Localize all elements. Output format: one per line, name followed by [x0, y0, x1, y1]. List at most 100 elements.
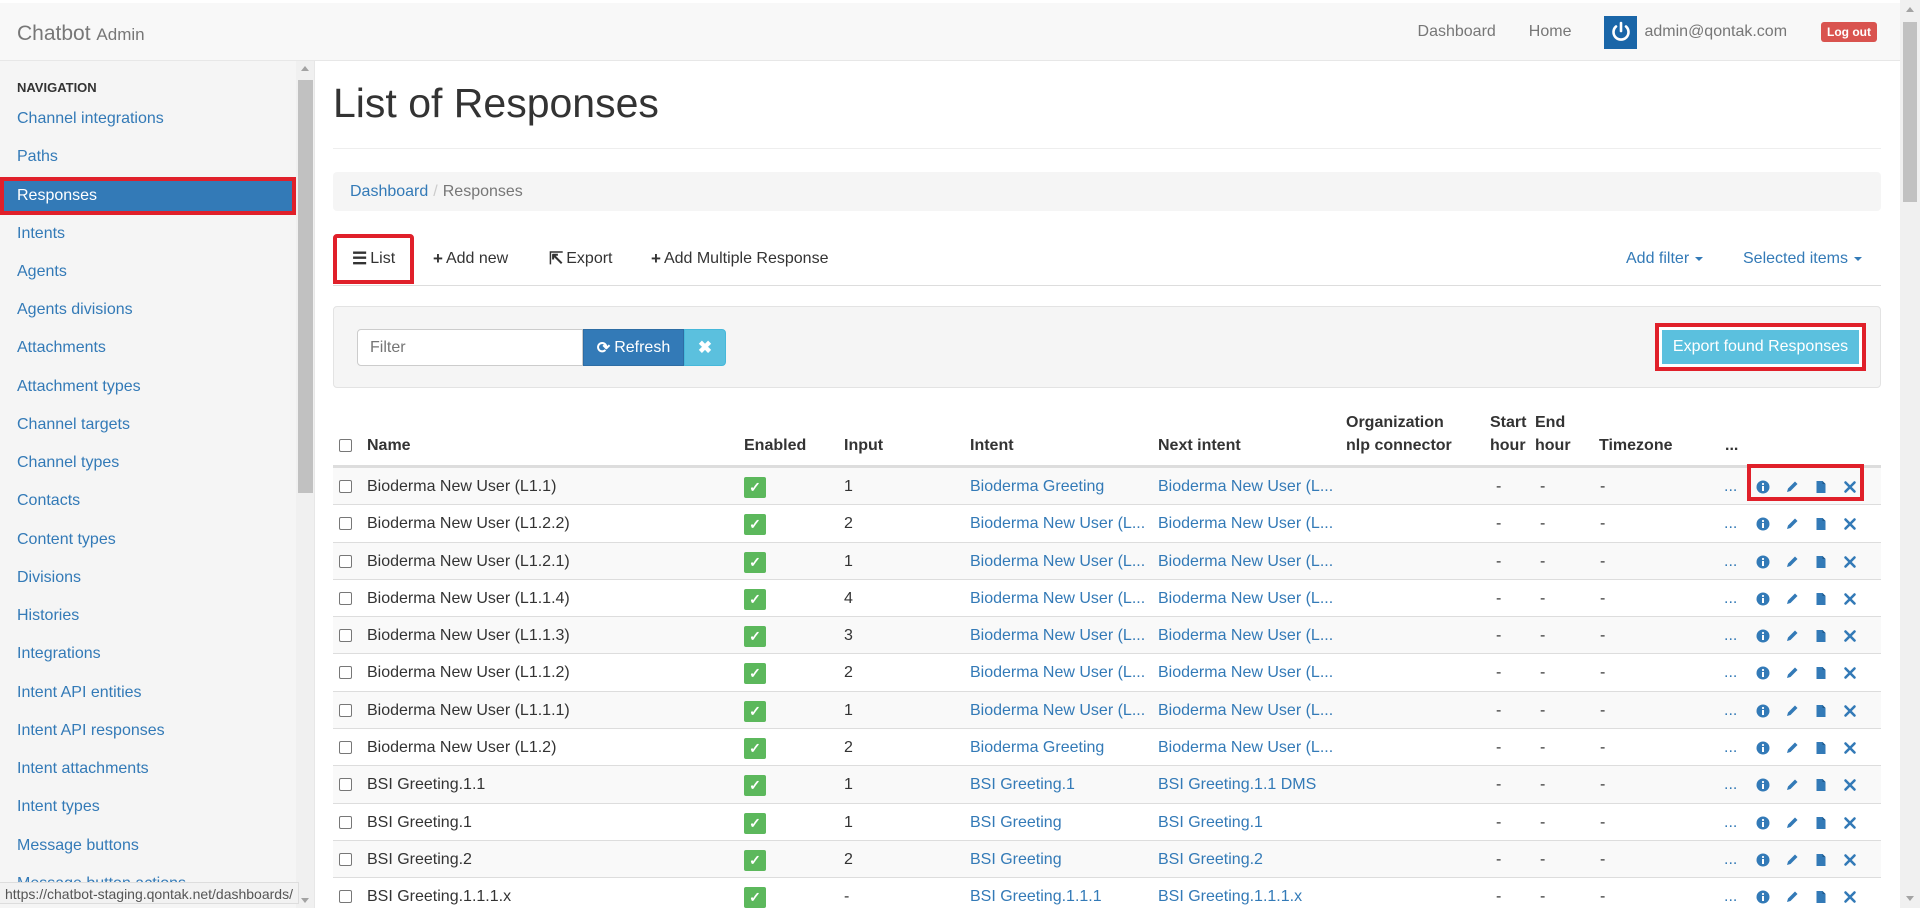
info-icon[interactable]: [1753, 477, 1773, 497]
pencil-icon[interactable]: [1782, 850, 1802, 870]
sidebar-scroll-thumb[interactable]: [298, 80, 313, 493]
nav-dashboard-link[interactable]: Dashboard: [1418, 23, 1496, 41]
pencil-icon[interactable]: [1782, 813, 1802, 833]
row-next-intent-link[interactable]: Bioderma New User (L...: [1158, 729, 1338, 766]
delete-icon[interactable]: [1840, 701, 1860, 721]
file-icon[interactable]: [1811, 738, 1831, 758]
pencil-icon[interactable]: [1782, 589, 1802, 609]
col-enabled[interactable]: Enabled: [744, 434, 806, 457]
row-intent-link[interactable]: BSI Greeting: [970, 804, 1150, 841]
breadcrumb-dashboard[interactable]: Dashboard: [350, 183, 428, 200]
delete-icon[interactable]: [1840, 589, 1860, 609]
sidebar-scrollbar[interactable]: [296, 61, 314, 908]
pencil-icon[interactable]: [1782, 775, 1802, 795]
tab-list[interactable]: ☰ List: [333, 234, 415, 284]
col-input[interactable]: Input: [844, 434, 883, 457]
file-icon[interactable]: [1811, 887, 1831, 907]
sidebar-item-divisions[interactable]: Divisions: [0, 559, 296, 597]
row-checkbox[interactable]: [339, 554, 352, 568]
row-more-dots[interactable]: ...: [1724, 617, 1737, 654]
row-next-intent-link[interactable]: BSI Greeting.1.1.1.x: [1158, 878, 1338, 908]
delete-icon[interactable]: [1840, 887, 1860, 907]
sidebar-item-intent-api-responses[interactable]: Intent API responses: [0, 712, 296, 750]
sidebar-item-channel-types[interactable]: Channel types: [0, 444, 296, 482]
row-checkbox[interactable]: [339, 741, 352, 755]
row-intent-link[interactable]: BSI Greeting.1.1.1: [970, 878, 1150, 908]
col-end-hour[interactable]: End hour: [1535, 411, 1571, 457]
sidebar-item-channel-integrations[interactable]: Channel integrations: [0, 100, 296, 138]
row-more-dots[interactable]: ...: [1724, 580, 1737, 617]
row-intent-link[interactable]: Bioderma Greeting: [970, 468, 1150, 505]
tab-add-multiple[interactable]: + Add Multiple Response: [651, 234, 828, 284]
row-more-dots[interactable]: ...: [1724, 878, 1737, 908]
row-more-dots[interactable]: ...: [1724, 692, 1737, 729]
sidebar-item-responses[interactable]: Responses: [0, 177, 296, 215]
sidebar-item-agents-divisions[interactable]: Agents divisions: [0, 291, 296, 329]
info-icon[interactable]: [1753, 887, 1773, 907]
row-more-dots[interactable]: ...: [1724, 729, 1737, 766]
page-scroll-down-icon[interactable]: [1906, 896, 1914, 901]
row-more-dots[interactable]: ...: [1724, 654, 1737, 691]
info-icon[interactable]: [1753, 738, 1773, 758]
delete-icon[interactable]: [1840, 813, 1860, 833]
refresh-button[interactable]: ⟳ Refresh: [583, 329, 684, 366]
add-filter-dropdown[interactable]: Add filter: [1626, 234, 1704, 284]
col-start-hour[interactable]: Start hour: [1490, 411, 1526, 457]
row-intent-link[interactable]: BSI Greeting: [970, 841, 1150, 878]
tab-export[interactable]: ⇱ Export: [549, 234, 613, 284]
col-intent[interactable]: Intent: [970, 434, 1014, 457]
sidebar-item-intents[interactable]: Intents: [0, 215, 296, 253]
row-next-intent-link[interactable]: Bioderma New User (L...: [1158, 692, 1338, 729]
col-org-nlp[interactable]: Organization nlp connector: [1346, 411, 1452, 457]
pencil-icon[interactable]: [1782, 514, 1802, 534]
row-checkbox[interactable]: [339, 666, 352, 680]
delete-icon[interactable]: [1840, 626, 1860, 646]
selected-items-dropdown[interactable]: Selected items: [1743, 234, 1862, 284]
row-next-intent-link[interactable]: BSI Greeting.1: [1158, 804, 1338, 841]
col-next-intent[interactable]: Next intent: [1158, 434, 1241, 457]
sidebar-item-integrations[interactable]: Integrations: [0, 635, 296, 673]
delete-icon[interactable]: [1840, 477, 1860, 497]
info-icon[interactable]: [1753, 701, 1773, 721]
select-all-checkbox[interactable]: [339, 439, 352, 452]
user-menu[interactable]: admin@qontak.com: [1604, 15, 1787, 49]
sidebar-item-histories[interactable]: Histories: [0, 597, 296, 635]
sidebar-item-content-types[interactable]: Content types: [0, 521, 296, 559]
row-intent-link[interactable]: Bioderma New User (L...: [970, 505, 1150, 542]
row-checkbox[interactable]: [339, 890, 352, 904]
sidebar-item-agents[interactable]: Agents: [0, 253, 296, 291]
col-timezone[interactable]: Timezone: [1599, 434, 1673, 457]
sidebar-item-intent-types[interactable]: Intent types: [0, 788, 296, 826]
row-more-dots[interactable]: ...: [1724, 468, 1737, 505]
delete-icon[interactable]: [1840, 775, 1860, 795]
nav-home-link[interactable]: Home: [1529, 23, 1572, 41]
file-icon[interactable]: [1811, 775, 1831, 795]
delete-icon[interactable]: [1840, 514, 1860, 534]
delete-icon[interactable]: [1840, 663, 1860, 683]
file-icon[interactable]: [1811, 850, 1831, 870]
delete-icon[interactable]: [1840, 738, 1860, 758]
row-checkbox[interactable]: [339, 591, 352, 605]
info-icon[interactable]: [1753, 813, 1773, 833]
file-icon[interactable]: [1811, 589, 1831, 609]
row-intent-link[interactable]: Bioderma Greeting: [970, 729, 1150, 766]
clear-filter-button[interactable]: ✖: [684, 329, 726, 366]
row-intent-link[interactable]: Bioderma New User (L...: [970, 617, 1150, 654]
row-next-intent-link[interactable]: Bioderma New User (L...: [1158, 468, 1338, 505]
pencil-icon[interactable]: [1782, 663, 1802, 683]
file-icon[interactable]: [1811, 514, 1831, 534]
info-icon[interactable]: [1753, 514, 1773, 534]
row-intent-link[interactable]: Bioderma New User (L...: [970, 543, 1150, 580]
col-name[interactable]: Name: [367, 434, 411, 457]
row-intent-link[interactable]: Bioderma New User (L...: [970, 654, 1150, 691]
pencil-icon[interactable]: [1782, 887, 1802, 907]
pencil-icon[interactable]: [1782, 477, 1802, 497]
row-next-intent-link[interactable]: BSI Greeting.1.1 DMS: [1158, 766, 1338, 803]
info-icon[interactable]: [1753, 850, 1773, 870]
row-more-dots[interactable]: ...: [1724, 505, 1737, 542]
sidebar-item-intent-attachments[interactable]: Intent attachments: [0, 750, 296, 788]
row-next-intent-link[interactable]: Bioderma New User (L...: [1158, 580, 1338, 617]
row-checkbox[interactable]: [339, 778, 352, 792]
logout-button[interactable]: Log out: [1821, 22, 1877, 42]
brand-logo[interactable]: Chatbot Admin: [17, 22, 145, 46]
